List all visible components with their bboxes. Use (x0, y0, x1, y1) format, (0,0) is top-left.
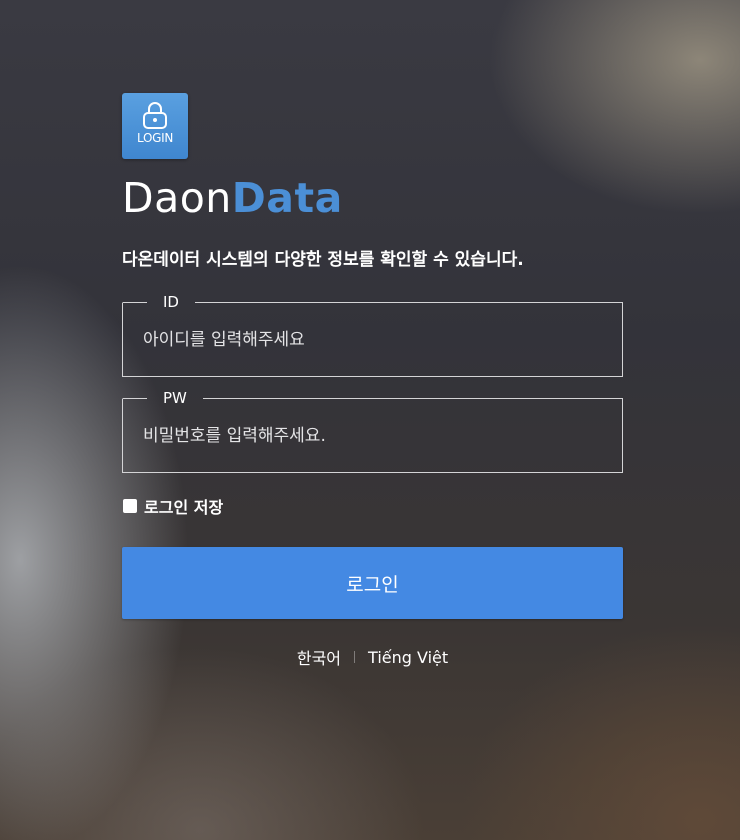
login-button[interactable]: 로그인 (122, 547, 623, 619)
pw-field-label: PW (163, 389, 187, 407)
id-field-label: ID (163, 293, 179, 311)
remember-login-row: 로그인 저장 (122, 495, 623, 517)
login-badge: LOGIN (122, 93, 188, 159)
language-selector: 한국어 Tiếng Việt (122, 645, 623, 669)
remember-login-label[interactable]: 로그인 저장 (144, 494, 223, 518)
lang-separator (354, 651, 356, 663)
pw-input[interactable] (143, 423, 593, 449)
brand-logo: DaonData (122, 175, 623, 221)
page-description: 다온데이터 시스템의 다양한 정보를 확인할 수 있습니다. (122, 250, 524, 270)
login-panel: LOGIN DaonData 다온데이터 시스템의 다양한 정보를 확인할 수 … (122, 93, 623, 669)
id-field-box: ID (122, 293, 623, 377)
padlock-icon (143, 102, 167, 129)
login-badge-label: LOGIN (136, 131, 174, 145)
remember-login-checkbox[interactable] (123, 499, 137, 513)
lang-vietnamese-link[interactable]: Tiếng Việt (368, 648, 448, 667)
brand-logo-part1: Daon (122, 174, 232, 222)
pw-field-box: PW (122, 389, 623, 473)
lang-korean-link[interactable]: 한국어 (297, 645, 341, 669)
id-input[interactable] (143, 327, 593, 353)
brand-logo-part2: Data (231, 174, 343, 222)
